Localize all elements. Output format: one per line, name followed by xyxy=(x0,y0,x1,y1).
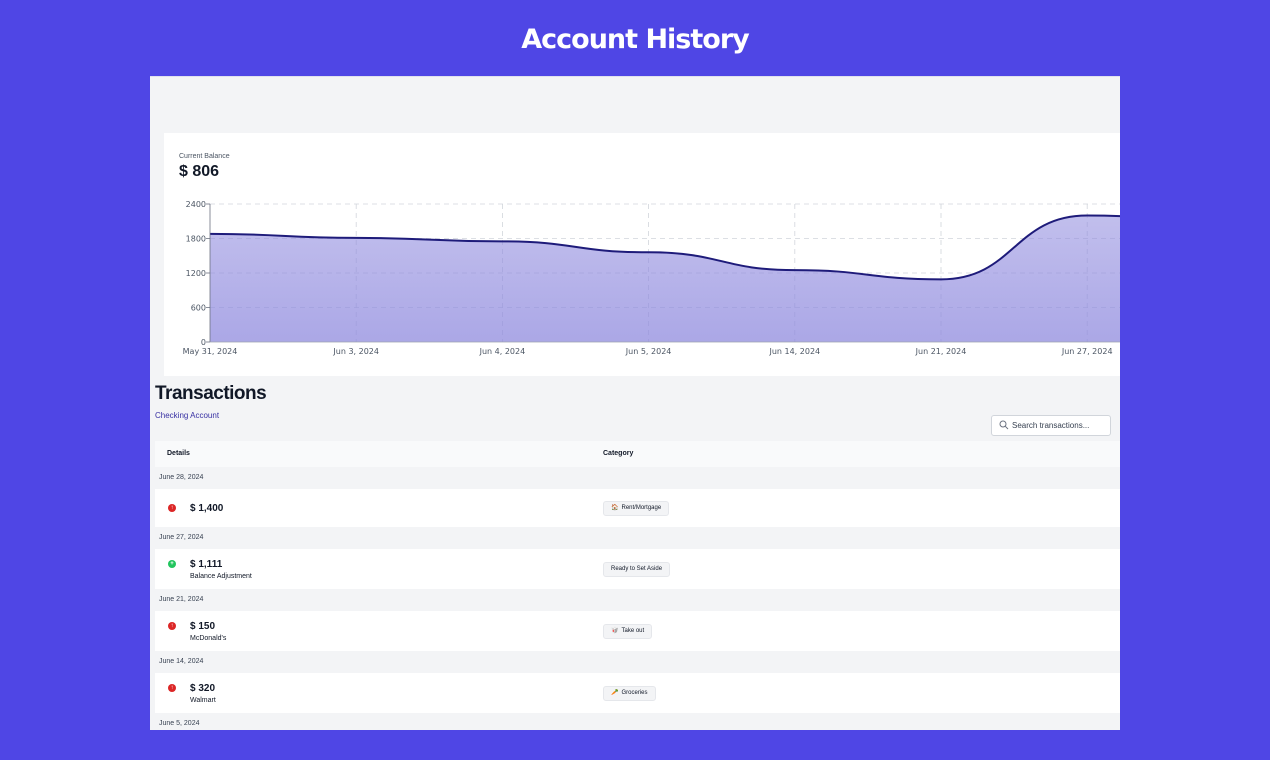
date-group-header: June 21, 2024 xyxy=(155,589,1120,611)
transaction-row[interactable]: + $ 1,111 Balance Adjustment Ready to Se… xyxy=(155,549,1120,589)
category-pill[interactable]: 🏠 Rent/Mortgage xyxy=(603,501,670,516)
table-header: Details Category xyxy=(155,441,1120,467)
date-group-header: June 27, 2024 xyxy=(155,527,1120,549)
category-pill[interactable]: 🥡 Take out xyxy=(603,624,653,639)
y-tick-label: 600 xyxy=(191,304,206,313)
x-tick-label: May 31, 2024 xyxy=(183,347,238,356)
transaction-row[interactable]: ↑ $ 320 Walmart 🥕 Groceries xyxy=(155,673,1120,713)
y-tick-label: 2400 xyxy=(186,200,206,209)
category-pill[interactable]: 🥕 Groceries xyxy=(603,686,656,701)
balance-chart: 0 600 1200 1800 2400 May 31, 2024 Jun 3, 2024 J… xyxy=(183,200,1120,356)
search-box[interactable] xyxy=(991,415,1111,436)
search-input[interactable] xyxy=(1012,418,1108,433)
x-tick-label: Jun 5, 2024 xyxy=(625,347,672,356)
search-icon xyxy=(999,420,1009,430)
category-pill[interactable]: Ready to Set Aside xyxy=(603,562,671,577)
category-label: Ready to Set Aside xyxy=(611,566,663,572)
y-tick-label: 0 xyxy=(201,338,206,347)
date-label: June 5, 2024 xyxy=(159,720,200,727)
y-tick-label: 1200 xyxy=(186,269,206,278)
transaction-amount: $ 150 xyxy=(190,621,216,632)
category-label: Rent/Mortgage xyxy=(621,505,662,511)
transaction-payee: McDonald's xyxy=(190,635,227,642)
transactions-table: Details Category June 28, 2024 ↑ $ 1,400… xyxy=(155,441,1120,730)
outflow-icon: ↑ xyxy=(168,684,176,692)
account-history-panel: Current Balance $ 806 0 600 1200 1800 2400 Ma… xyxy=(150,76,1120,730)
date-label: June 21, 2024 xyxy=(159,596,204,603)
x-tick-label: Jun 21, 2024 xyxy=(915,347,967,356)
balance-card: Current Balance $ 806 0 600 1200 1800 2400 Ma… xyxy=(164,133,1120,376)
x-tick-label: Jun 27, 2024 xyxy=(1061,347,1113,356)
takeout-icon: 🥡 xyxy=(611,628,619,634)
transaction-row[interactable]: ↑ $ 150 McDonald's 🥡 Take out xyxy=(155,611,1120,651)
x-tick-label: Jun 3, 2024 xyxy=(332,347,379,356)
page-title: Account History xyxy=(521,24,750,55)
date-group-header: June 5, 2024 xyxy=(155,713,1120,730)
outflow-icon: ↑ xyxy=(168,504,176,512)
house-icon: 🏠 xyxy=(611,505,619,511)
x-tick-label: Jun 14, 2024 xyxy=(768,347,820,356)
balance-area xyxy=(210,215,1120,342)
date-label: June 28, 2024 xyxy=(159,474,204,481)
date-label: June 27, 2024 xyxy=(159,534,204,541)
outflow-icon: ↑ xyxy=(168,622,176,630)
carrot-icon: 🥕 xyxy=(611,690,619,696)
y-tick-label: 1800 xyxy=(186,235,206,244)
account-link[interactable]: Checking Account xyxy=(155,411,219,420)
category-label: Take out xyxy=(621,628,645,634)
transaction-payee: Walmart xyxy=(190,697,216,704)
transactions-title: Transactions xyxy=(155,383,267,404)
column-header-category[interactable]: Category xyxy=(603,450,633,457)
transaction-amount: $ 1,400 xyxy=(190,503,224,514)
date-group-header: June 14, 2024 xyxy=(155,651,1120,673)
category-label: Groceries xyxy=(621,690,648,696)
transaction-amount: $ 320 xyxy=(190,683,216,694)
column-header-details[interactable]: Details xyxy=(167,450,190,457)
transaction-amount: $ 1,111 xyxy=(190,559,223,570)
date-group-header: June 28, 2024 xyxy=(155,467,1120,489)
inflow-icon: + xyxy=(168,560,176,568)
x-tick-label: Jun 4, 2024 xyxy=(479,347,526,356)
date-label: June 14, 2024 xyxy=(159,658,204,665)
transaction-payee: Balance Adjustment xyxy=(190,573,252,580)
transaction-row[interactable]: ↑ $ 1,400 🏠 Rent/Mortgage xyxy=(155,489,1120,527)
